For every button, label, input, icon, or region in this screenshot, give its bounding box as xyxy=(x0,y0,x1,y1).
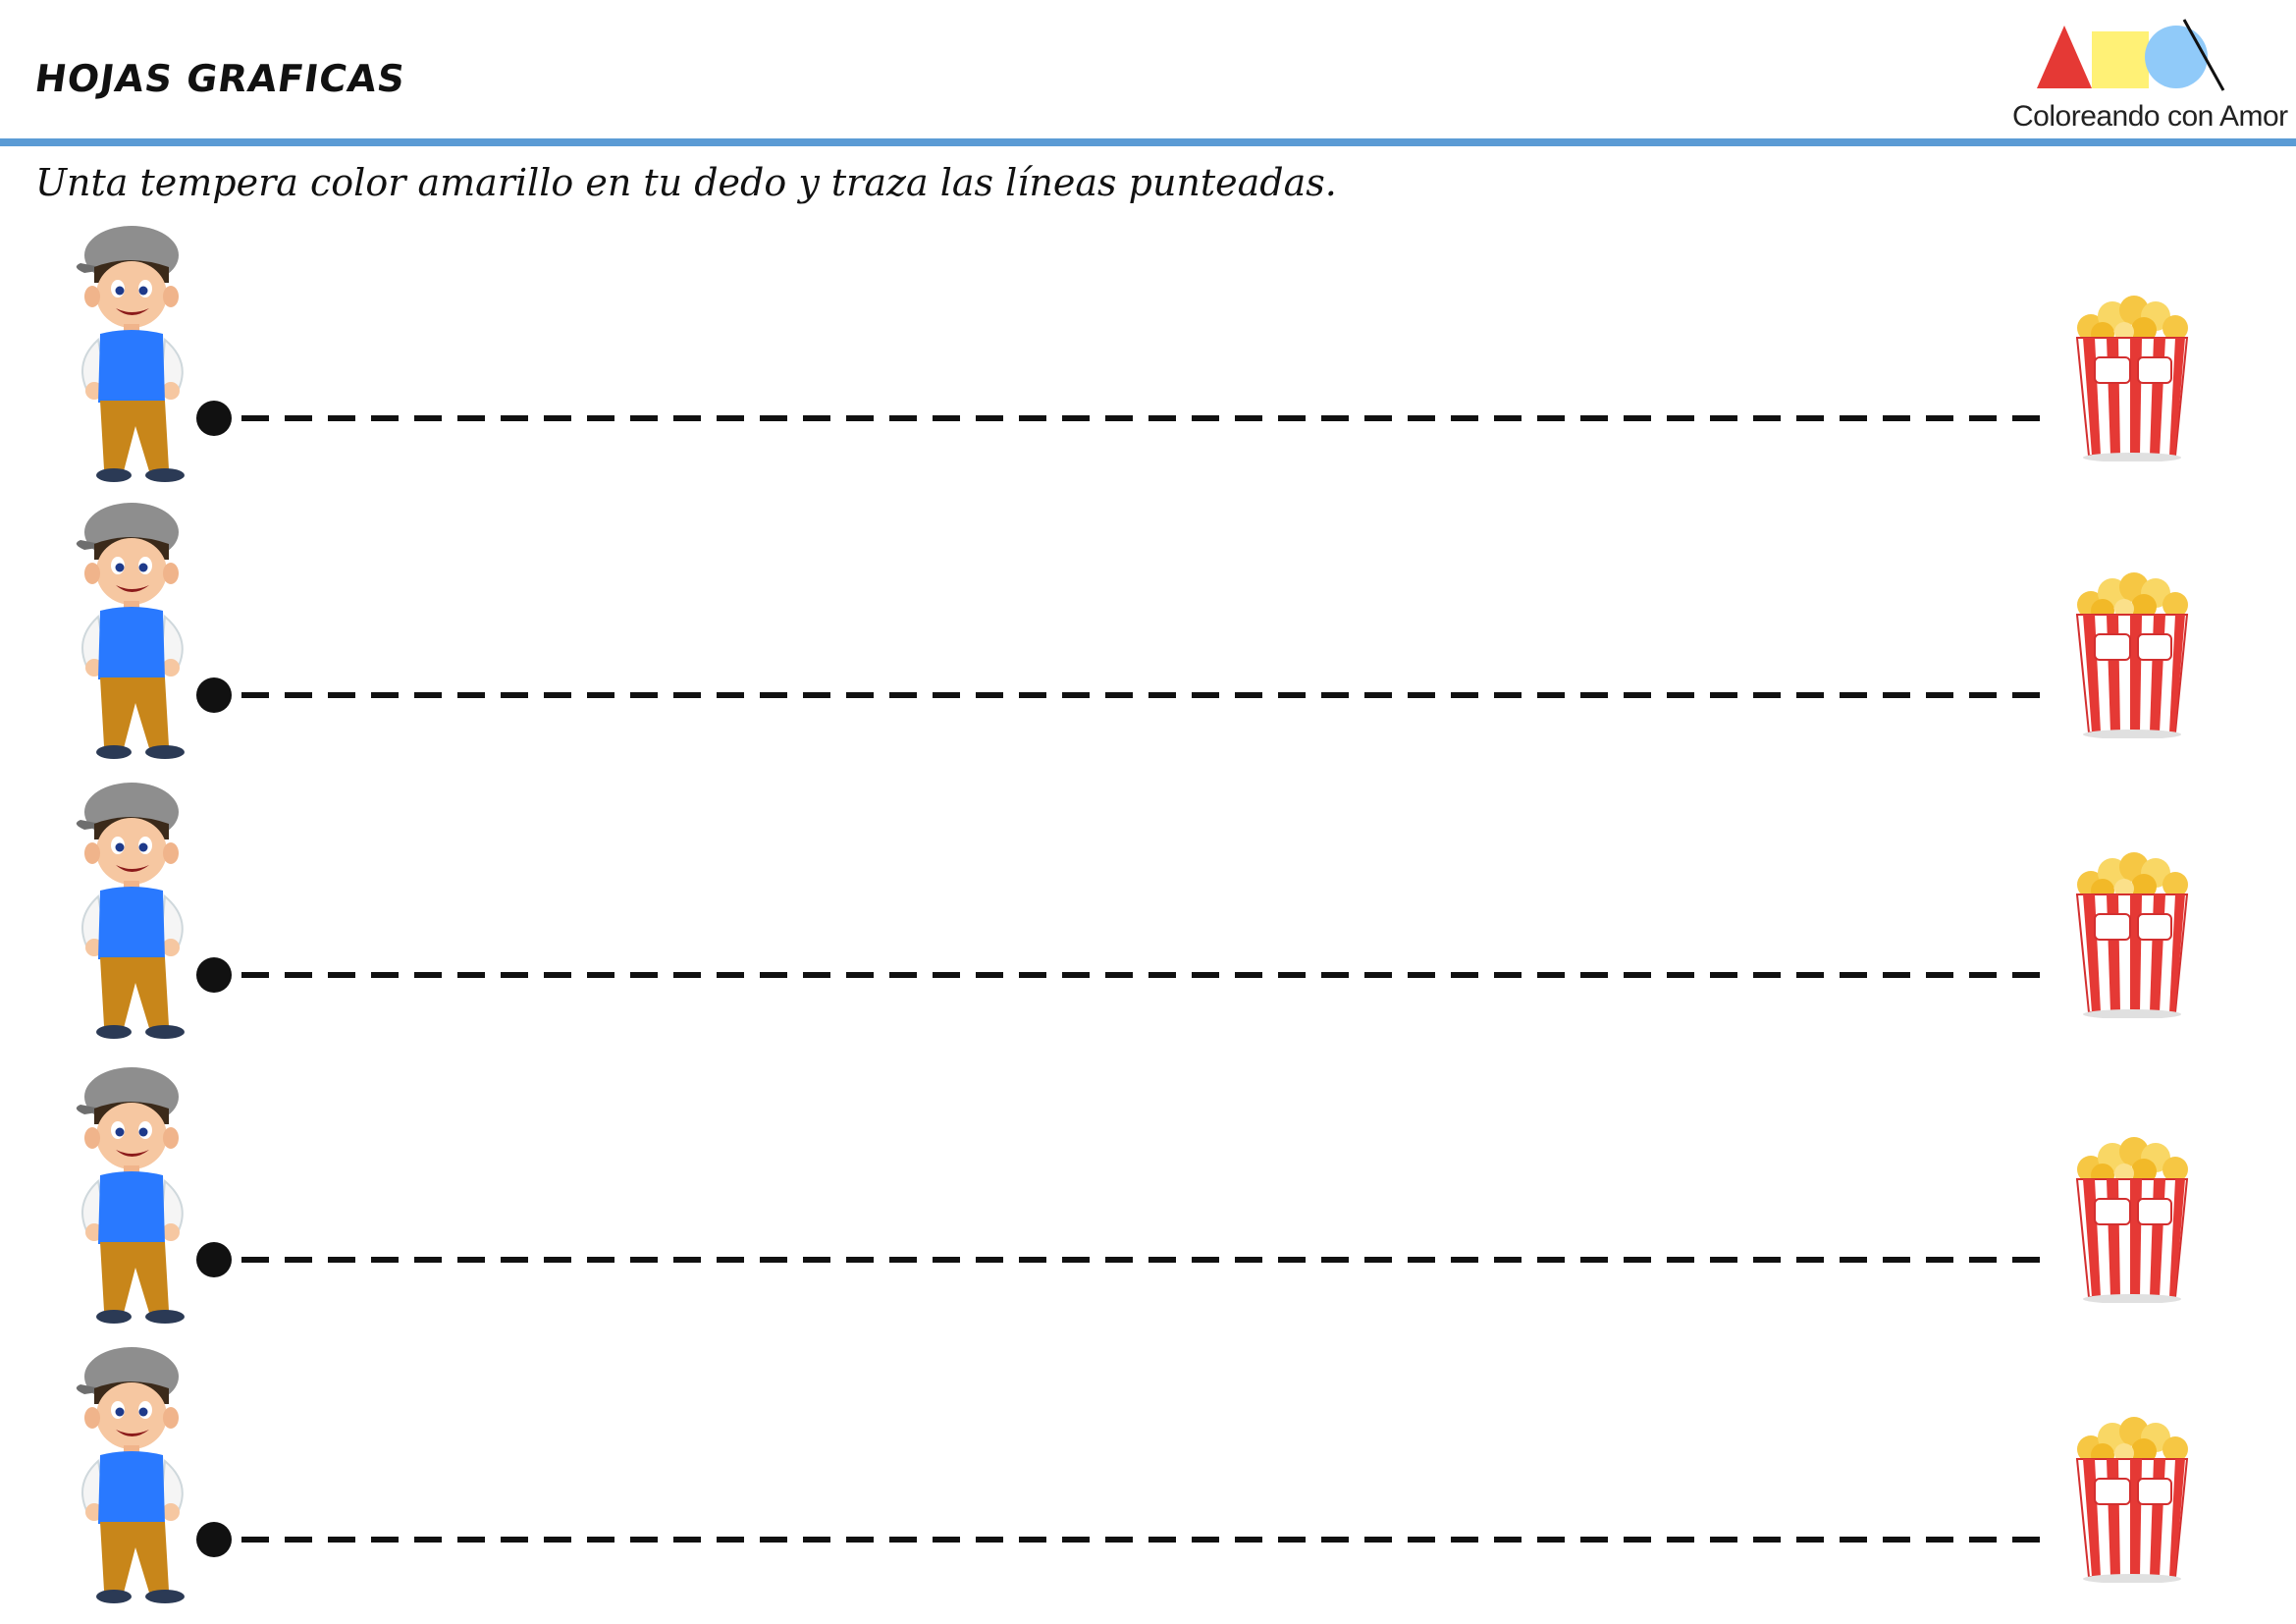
tracing-row xyxy=(0,781,2296,1056)
popcorn-icon xyxy=(2075,572,2189,738)
popcorn-icon xyxy=(2075,1417,2189,1583)
start-dot-icon xyxy=(196,401,232,436)
popcorn-icon xyxy=(2075,1137,2189,1303)
tracing-row xyxy=(0,501,2296,776)
start-dot-icon xyxy=(196,1242,232,1277)
tracing-row xyxy=(0,1345,2296,1620)
popcorn-icon xyxy=(2075,852,2189,1018)
start-dot-icon xyxy=(196,957,232,993)
tracing-row xyxy=(0,1065,2296,1340)
start-dot-icon xyxy=(196,1522,232,1557)
dashed-trace-line[interactable] xyxy=(187,1345,2071,1610)
tracing-rows xyxy=(0,0,2296,1624)
dashed-trace-line[interactable] xyxy=(187,781,2071,1046)
dashed-trace-line[interactable] xyxy=(187,501,2071,766)
start-dot-icon xyxy=(196,677,232,713)
dashed-trace-line[interactable] xyxy=(187,1065,2071,1330)
tracing-row xyxy=(0,224,2296,499)
dashed-trace-line[interactable] xyxy=(187,224,2071,489)
popcorn-icon xyxy=(2075,296,2189,461)
